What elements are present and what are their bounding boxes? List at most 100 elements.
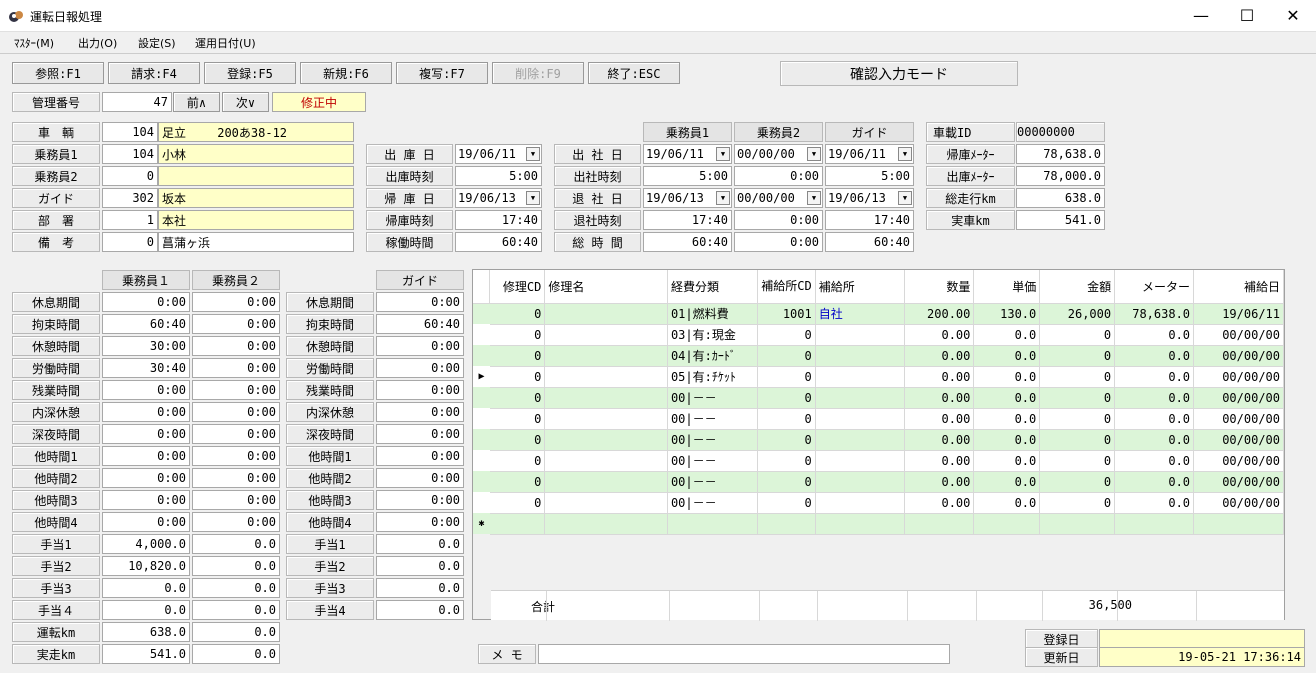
grid-cell[interactable]: 0 (489, 366, 546, 388)
grid-cell[interactable]: 78,638.0 (1114, 303, 1195, 325)
info-code-input[interactable]: 1 (102, 210, 158, 230)
crew1-value-input[interactable]: 0:00 (102, 490, 190, 510)
grid-cell[interactable]: 04|有:ｶｰﾄﾞ (667, 345, 758, 367)
crew1-value-input[interactable]: 0:00 (102, 446, 190, 466)
grid-cell[interactable]: 00|－－ (667, 429, 758, 451)
grid-header[interactable]: 数量 (904, 270, 975, 304)
crew1-value-input[interactable]: 0.0 (102, 578, 190, 598)
crew1-value-input[interactable]: 0:00 (102, 292, 190, 312)
guide-value-input[interactable]: 0:00 (376, 336, 464, 356)
grid-cell[interactable]: 0 (757, 408, 816, 430)
depot-date-combo[interactable]: 19/06/11 ▼ (455, 144, 542, 164)
grid-cell[interactable]: 0.0 (973, 345, 1041, 367)
menu-output[interactable]: 出力(O) (78, 35, 117, 51)
guide-value-input[interactable]: 0:00 (376, 402, 464, 422)
grid-cell[interactable]: 0 (1039, 471, 1116, 493)
grid-cell[interactable] (815, 492, 906, 514)
crew1-value-input[interactable]: 638.0 (102, 622, 190, 642)
grid-cell[interactable]: 1001 (757, 303, 816, 325)
grid-cell[interactable]: 0.00 (904, 366, 975, 388)
grid-cell[interactable]: 00/00/00 (1193, 471, 1284, 493)
crew2-value-input[interactable]: 0.0 (192, 556, 280, 576)
office-date-combo[interactable]: 19/06/13 ▼ (643, 188, 732, 208)
crew2-value-input[interactable]: 0:00 (192, 490, 280, 510)
register-button[interactable]: 登録:F5 (204, 62, 296, 84)
grid-cell[interactable] (544, 450, 668, 472)
depot-time-input[interactable]: 5:00 (455, 166, 542, 186)
crew1-value-input[interactable]: 30:40 (102, 358, 190, 378)
table-row[interactable]: 0 00|－－ 0 0.00 0.0 0 0.0 00/00/00 (473, 408, 1284, 430)
grid-cell[interactable]: 0.0 (973, 387, 1041, 409)
grid-cell[interactable]: 03|有:現金 (667, 324, 758, 346)
grid-cell[interactable]: 05|有:ﾁｹｯﾄ (667, 366, 758, 388)
grid-cell[interactable]: 0 (1039, 324, 1116, 346)
crew1-value-input[interactable]: 0:00 (102, 468, 190, 488)
guide-value-input[interactable]: 0:00 (376, 512, 464, 532)
table-row[interactable]: 0 00|－－ 0 0.00 0.0 0 0.0 00/00/00 (473, 471, 1284, 493)
grid-cell[interactable] (544, 492, 668, 514)
chevron-down-icon[interactable]: ▼ (898, 191, 912, 205)
office-time-input[interactable]: 0:00 (734, 232, 823, 252)
grid-cell[interactable]: 0 (1039, 429, 1116, 451)
office-time-input[interactable]: 5:00 (825, 166, 914, 186)
copy-button[interactable]: 複写:F7 (396, 62, 488, 84)
grid-cell[interactable]: 00/00/00 (1193, 366, 1284, 388)
vehicle-value-input[interactable]: 541.0 (1016, 210, 1105, 230)
delete-button[interactable]: 削除:F9 (492, 62, 584, 84)
grid-cell[interactable] (544, 366, 668, 388)
close-button[interactable]: ✕ (1270, 0, 1316, 31)
grid-cell[interactable]: 0 (1039, 366, 1116, 388)
grid-cell[interactable]: 0.00 (904, 450, 975, 472)
grid-cell[interactable] (815, 429, 906, 451)
guide-value-input[interactable]: 0:00 (376, 468, 464, 488)
grid-header[interactable]: 補給所CD (757, 270, 816, 304)
next-button[interactable]: 次∨ (222, 92, 269, 112)
grid-cell[interactable]: 0 (489, 303, 546, 325)
grid-cell[interactable]: 0 (757, 345, 816, 367)
grid-cell[interactable]: 0 (757, 471, 816, 493)
grid-header[interactable]: メーター (1114, 270, 1195, 304)
office-time-input[interactable]: 5:00 (643, 166, 732, 186)
crew2-value-input[interactable]: 0:00 (192, 424, 280, 444)
table-row[interactable]: 0 01|燃料費 1001 自社 200.00 130.0 26,000 78,638.0 19… (473, 303, 1284, 325)
grid-cell[interactable] (815, 366, 906, 388)
crew2-value-input[interactable]: 0:00 (192, 292, 280, 312)
grid-cell[interactable]: 00/00/00 (1193, 492, 1284, 514)
guide-value-input[interactable]: 0.0 (376, 556, 464, 576)
crew2-value-input[interactable]: 0.0 (192, 644, 280, 664)
office-date-combo[interactable]: 19/06/11 ▼ (643, 144, 732, 164)
kanri-input[interactable]: 47 (102, 92, 172, 112)
guide-value-input[interactable]: 0:00 (376, 358, 464, 378)
table-row[interactable]: 0 00|－－ 0 0.00 0.0 0 0.0 00/00/00 (473, 492, 1284, 514)
grid-cell[interactable]: 00|－－ (667, 492, 758, 514)
grid-cell[interactable]: 0 (757, 324, 816, 346)
grid-cell[interactable]: 00/00/00 (1193, 450, 1284, 472)
crew2-value-input[interactable]: 0:00 (192, 358, 280, 378)
guide-value-input[interactable]: 60:40 (376, 314, 464, 334)
info-code-input[interactable]: 0 (102, 166, 158, 186)
guide-value-input[interactable]: 0:00 (376, 380, 464, 400)
grid-cell[interactable]: 0 (757, 492, 816, 514)
crew2-value-input[interactable]: 0:00 (192, 336, 280, 356)
grid-cell[interactable] (544, 429, 668, 451)
grid-cell[interactable] (815, 408, 906, 430)
grid-cell[interactable] (815, 387, 906, 409)
office-time-input[interactable]: 60:40 (643, 232, 732, 252)
crew2-value-input[interactable]: 0.0 (192, 622, 280, 642)
grid-cell[interactable]: 0.0 (1114, 492, 1195, 514)
grid-cell[interactable]: 0.0 (1114, 408, 1195, 430)
grid-cell[interactable]: 00|－－ (667, 471, 758, 493)
grid-cell[interactable]: 0.00 (904, 324, 975, 346)
grid-cell[interactable]: 0.0 (1114, 387, 1195, 409)
info-code-input[interactable]: 104 (102, 122, 158, 142)
grid-cell[interactable]: 00/00/00 (1193, 324, 1284, 346)
grid-cell[interactable]: 0.00 (904, 345, 975, 367)
table-row[interactable]: 0 00|－－ 0 0.00 0.0 0 0.0 00/00/00 (473, 429, 1284, 451)
office-time-input[interactable]: 60:40 (825, 232, 914, 252)
grid-cell[interactable]: 0.00 (904, 408, 975, 430)
crew1-value-input[interactable]: 0:00 (102, 424, 190, 444)
chevron-down-icon[interactable]: ▼ (807, 147, 821, 161)
guide-value-input[interactable]: 0.0 (376, 600, 464, 620)
office-date-combo[interactable]: 00/00/00 ▼ (734, 188, 823, 208)
grid-cell[interactable]: 自社 (815, 303, 906, 325)
